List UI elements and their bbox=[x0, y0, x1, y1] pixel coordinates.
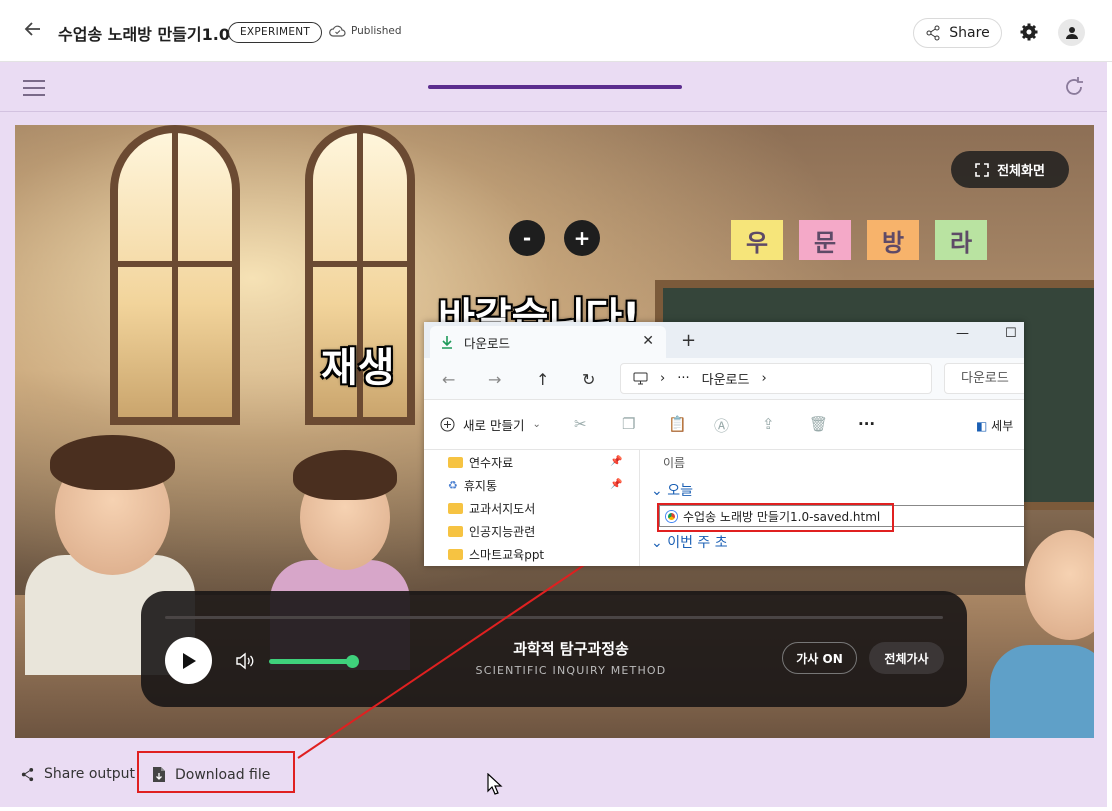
sidebar-item-휴지통[interactable]: ♻ 휴지통 bbox=[448, 477, 497, 494]
window-controls: — ☐ bbox=[956, 326, 1017, 341]
group-header-this-week[interactable]: ⌄ 이번 주 초 bbox=[651, 532, 728, 552]
sidebar-item-스마트교육ppt[interactable]: 스마트교육ppt bbox=[448, 546, 544, 563]
annotation-box-saved-file bbox=[657, 503, 894, 532]
paste-icon[interactable]: 📋 bbox=[668, 415, 687, 433]
sidebar-item-label: 스마트교육ppt bbox=[469, 548, 545, 562]
explorer-nav-bar: ← → ↑ ↻ › ··· 다운로드 › 다운로드 bbox=[424, 358, 1024, 400]
cut-icon[interactable]: ✂ bbox=[574, 415, 587, 433]
maximize-icon[interactable]: ☐ bbox=[1005, 326, 1017, 341]
group-header-today[interactable]: ⌄ 오늘 bbox=[651, 480, 693, 500]
folder-icon bbox=[448, 549, 463, 560]
address-folder[interactable]: 다운로드 bbox=[702, 369, 750, 388]
address-more[interactable]: ··· bbox=[677, 371, 689, 386]
new-button-label: 새로 만들기 bbox=[463, 418, 525, 433]
copy-icon[interactable]: ❐ bbox=[622, 415, 635, 433]
chevron-right-icon: › bbox=[660, 371, 666, 386]
recycle-bin-icon: ♻ bbox=[448, 479, 458, 492]
up-icon[interactable]: ↑ bbox=[536, 370, 549, 389]
close-icon[interactable]: ✕ bbox=[642, 333, 654, 349]
explorer-command-bar: 새로 만들기 ⌄ ✂ ❐ 📋 Ⓐ ⇪ 🗑 ··· ◧ 세부 bbox=[424, 400, 1024, 450]
group-label: 오늘 bbox=[667, 483, 693, 499]
explorer-tab-bar: 다운로드 ✕ + — ☐ bbox=[424, 322, 1024, 358]
chevron-right-icon: › bbox=[761, 371, 767, 386]
sidebar-item-label: 인공지능관련 bbox=[469, 525, 536, 539]
sidebar-item-label: 교과서지도서 bbox=[469, 502, 536, 516]
sidebar-item-교과서지도서[interactable]: 교과서지도서 bbox=[448, 500, 535, 517]
rename-icon[interactable]: Ⓐ bbox=[714, 415, 729, 436]
more-icon[interactable]: ··· bbox=[858, 415, 875, 433]
column-header-name[interactable]: 이름 bbox=[663, 454, 685, 471]
sidebar-item-label: 연수자료 bbox=[469, 456, 514, 470]
group-label: 이번 주 초 bbox=[667, 535, 728, 551]
monitor-icon bbox=[633, 372, 648, 385]
delete-icon[interactable]: 🗑 bbox=[809, 415, 828, 433]
plus-circle-icon bbox=[440, 417, 455, 432]
forward-icon[interactable]: → bbox=[488, 370, 501, 389]
explorer-tab-title: 다운로드 bbox=[464, 335, 511, 351]
new-tab-icon[interactable]: + bbox=[681, 330, 696, 351]
search-input[interactable]: 다운로드 bbox=[944, 363, 1024, 394]
chevron-down-icon: ⌄ bbox=[651, 483, 663, 499]
refresh-icon[interactable]: ↻ bbox=[582, 370, 595, 389]
new-button[interactable]: 새로 만들기 ⌄ bbox=[440, 415, 541, 434]
folder-icon bbox=[448, 457, 463, 468]
folder-icon bbox=[448, 503, 463, 514]
details-pane-button[interactable]: ◧ 세부 bbox=[976, 417, 1013, 434]
sidebar-item-인공지능관련[interactable]: 인공지능관련 bbox=[448, 523, 535, 540]
back-icon[interactable]: ← bbox=[442, 370, 455, 389]
share-icon[interactable]: ⇪ bbox=[762, 415, 775, 433]
details-label: 세부 bbox=[991, 419, 1014, 433]
details-pane-icon: ◧ bbox=[976, 419, 988, 433]
folder-icon bbox=[448, 526, 463, 537]
address-bar[interactable]: › ··· 다운로드 › bbox=[620, 363, 932, 394]
chevron-down-icon: ⌄ bbox=[651, 535, 663, 551]
pin-icon: 📌 bbox=[610, 456, 623, 467]
mouse-cursor-icon bbox=[487, 773, 503, 795]
pin-icon: 📌 bbox=[610, 479, 623, 490]
sidebar-item-label: 휴지통 bbox=[463, 479, 497, 493]
explorer-sidebar: 연수자료 📌 ♻ 휴지통 📌 교과서지도서 인공지능관련 스마트교육ppt bbox=[424, 450, 640, 566]
chevron-down-icon: ⌄ bbox=[532, 419, 541, 430]
minimize-icon[interactable]: — bbox=[956, 326, 969, 341]
download-arrow-icon bbox=[442, 336, 452, 349]
explorer-tab[interactable]: 다운로드 ✕ bbox=[430, 326, 666, 358]
sidebar-item-연수자료[interactable]: 연수자료 bbox=[448, 454, 513, 471]
